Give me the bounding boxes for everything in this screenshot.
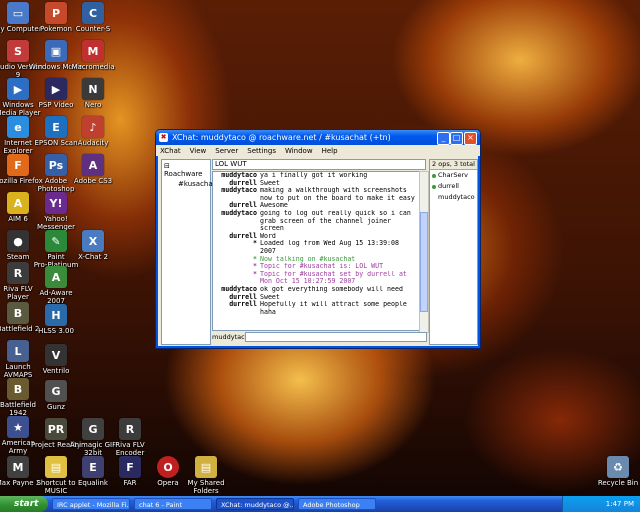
app-icon: H (45, 304, 67, 326)
minimize-button[interactable]: _ (437, 132, 450, 145)
app-icon: A (82, 154, 104, 176)
user-list-item[interactable]: CharServ (430, 170, 477, 181)
xchat-window[interactable]: ✖ XChat: muddytaco @ roachware.net / #ku… (155, 129, 481, 349)
task-xchat[interactable]: XChat: muddytaco @... (216, 498, 294, 510)
chat-text: Sweet (260, 179, 280, 187)
chat-text: Now talking on #kusachat (260, 255, 356, 263)
user-nick: durrell (438, 182, 459, 190)
chat-text: going to log out really quick so i can g… (260, 209, 411, 233)
chat-line: durrell Word (213, 232, 419, 241)
desktop-icon-riva-encoder[interactable]: R Riva FLV Encoder (100, 418, 160, 457)
close-button[interactable]: × (464, 132, 477, 145)
window-titlebar[interactable]: ✖ XChat: muddytaco @ roachware.net / #ku… (156, 130, 480, 145)
desktop-icon-recycle-bin[interactable]: ♻ Recycle Bin (588, 456, 640, 487)
riva-icon: R (119, 418, 141, 440)
desktop-icon-counter-strike[interactable]: C Counter-S (63, 2, 123, 33)
game-icon: C (82, 2, 104, 24)
app-icon: M (82, 40, 104, 62)
chat-text: Awesome (260, 202, 288, 210)
yahoo-icon: Y! (45, 192, 67, 214)
chat-line: * Topic for #kusachat set by durrell at M… (213, 269, 419, 286)
chat-text: Topic for #kusachat set by durrell at Mo… (260, 270, 407, 286)
scroll-thumb[interactable] (420, 212, 428, 312)
user-list-item[interactable]: durrell (430, 181, 477, 192)
chat-line: muddytaco making a walkthrough with scree… (213, 186, 419, 202)
chat-scrollbar[interactable] (419, 171, 429, 333)
message-input[interactable] (245, 332, 427, 342)
clock[interactable]: 1:47 PM (606, 500, 634, 508)
chat-line: * Loaded log from Wed Aug 15 13:39:08 200… (213, 239, 419, 255)
desktop-icon-yahoo[interactable]: Y! Yahoo! Messenger (26, 192, 86, 231)
taskbar: start IRC applet - Mozilla Fi... chat 6 … (0, 496, 640, 512)
menu-server[interactable]: Server (215, 147, 238, 155)
chat-log: muddytaco ya i finally got it working durr… (212, 171, 420, 331)
chat-line: * Topic for #kusachat is: LOL WUT (213, 263, 419, 271)
tree-server[interactable]: ⊟ Roachware (162, 160, 210, 178)
chat-line: * Now talking on #kusachat (213, 255, 419, 264)
user-nick: CharServ (438, 171, 468, 179)
menu-settings[interactable]: Settings (247, 147, 276, 155)
desktop-icon-audacity[interactable]: ♪ Audacity (63, 116, 123, 147)
xchat-icon: ✖ (159, 133, 168, 142)
task-paint[interactable]: chat 6 - Paint (134, 498, 212, 510)
ventrilo-icon: V (45, 344, 67, 366)
desktop-icon-shared-folders[interactable]: ▤ My Shared Folders (176, 456, 236, 495)
shared-folders-icon: ▤ (195, 456, 217, 478)
chat-text: Sweet (260, 293, 280, 301)
chat-nick: durrell (229, 300, 257, 309)
app-icon: ♪ (82, 116, 104, 138)
task-photoshop[interactable]: Adobe Photoshop (298, 498, 376, 510)
op-status-icon (432, 195, 436, 200)
recycle-bin-icon: ♻ (607, 456, 629, 478)
desktop-icon-ad-aware[interactable]: A Ad-Aware 2007 (26, 266, 86, 305)
desktop-icon-nero[interactable]: N Nero (63, 78, 123, 109)
task-irc-applet[interactable]: IRC applet - Mozilla Fi... (52, 498, 130, 510)
op-status-icon (432, 173, 436, 178)
chat-nick: * (253, 239, 257, 248)
chat-text: ok got everything somebody will need (260, 285, 403, 293)
adaware-icon: A (45, 266, 67, 288)
collapse-icon[interactable]: ⊟ (164, 162, 170, 170)
chat-text: Hopefully it will attract some people ha… (260, 301, 407, 316)
start-button[interactable]: start (0, 496, 48, 512)
chat-line: durrell Hopefully it will attract some pe… (213, 300, 419, 316)
nick-button[interactable]: muddytaco (212, 332, 249, 342)
menu-help[interactable]: Help (322, 147, 338, 155)
chat-text: Loaded log from Wed Aug 15 13:39:08 2007 (260, 240, 399, 255)
chat-nick: * (253, 269, 257, 278)
window-title: XChat: muddytaco @ roachware.net / #kusa… (172, 133, 391, 142)
user-nick: muddytaco (438, 193, 475, 201)
chat-text: Topic for #kusachat is: LOL WUT (260, 263, 384, 271)
desktop-icon-hlss[interactable]: H HLSS 3.00 (26, 304, 86, 335)
desktop-icon-macromedia[interactable]: M Macromedia (63, 40, 123, 71)
game-icon: G (45, 380, 67, 402)
desktop-icon-xchat[interactable]: X X-Chat 2 (63, 230, 123, 261)
chat-text: Word (260, 232, 276, 240)
system-tray: 1:47 PM (562, 496, 640, 512)
nero-icon: N (82, 78, 104, 100)
desktop-icon-adobe-cs3[interactable]: A Adobe CS3 (63, 154, 123, 185)
menu-window[interactable]: Window (285, 147, 313, 155)
maximize-button[interactable]: □ (450, 132, 463, 145)
chat-line: muddytaco going to log out really quick s… (213, 208, 419, 233)
user-list: 2 ops, 3 total CharServ durrell muddytaco (429, 159, 478, 345)
chat-nick: muddytaco (221, 186, 257, 195)
menu-view[interactable]: View (190, 147, 207, 155)
desktop: ▭ My Computer S Studio Version 9 ▶ Windo… (0, 0, 640, 496)
chat-text: making a walkthrough with screenshots no… (260, 187, 415, 202)
menu-xchat[interactable]: XChat (160, 147, 181, 155)
chat-text: ya i finally got it working (260, 172, 368, 179)
desktop-icon-gunz[interactable]: G Gunz (26, 380, 86, 411)
chat-nick: muddytaco (221, 208, 257, 217)
menu-bar: XChat View Server Settings Window Help (156, 145, 480, 156)
xchat-icon: X (82, 230, 104, 252)
op-status-icon (432, 184, 436, 189)
tree-channel[interactable]: #kusachat (162, 178, 215, 188)
user-count: 2 ops, 3 total (430, 160, 477, 170)
topic-field[interactable]: LOL WUT (212, 159, 426, 170)
user-list-item[interactable]: muddytaco (430, 192, 477, 203)
desktop-icon-ventrilo[interactable]: V Ventrilo (26, 344, 86, 375)
channel-tree: ⊟ Roachware #kusachat (161, 159, 215, 345)
window-content: ⊟ Roachware #kusachat LOL WUT muddytaco y… (159, 157, 478, 345)
